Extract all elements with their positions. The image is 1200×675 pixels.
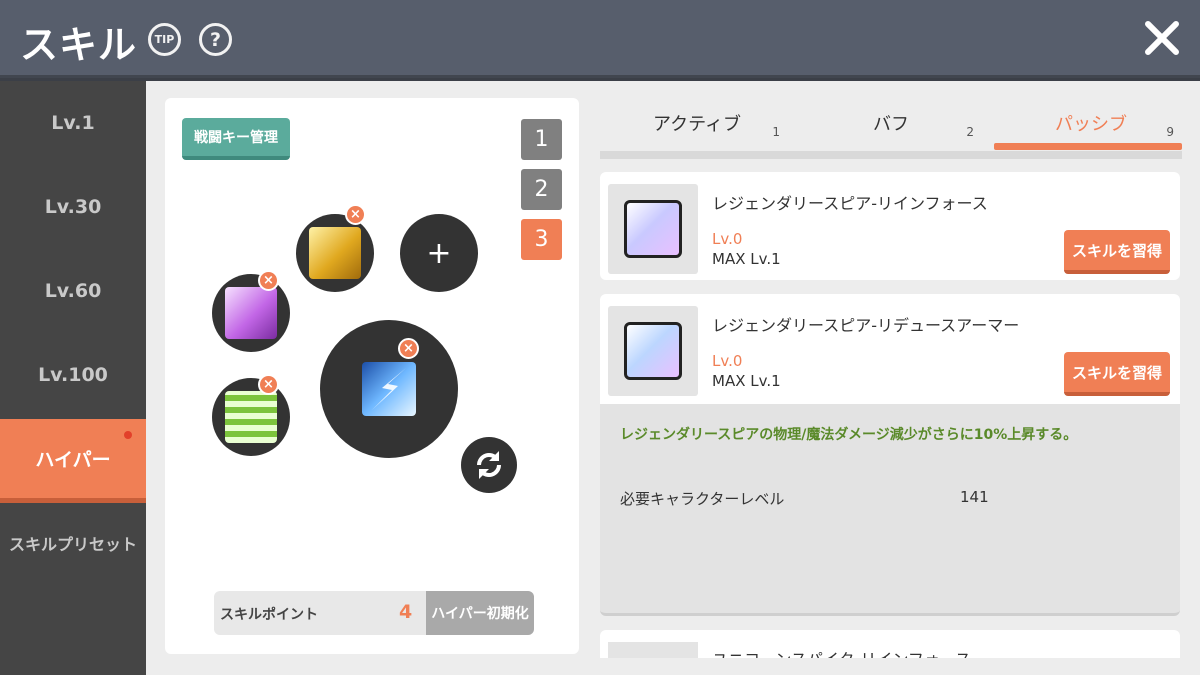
sidebar-item-lv1[interactable]: Lv.1 <box>0 81 146 165</box>
skill-slot-golden[interactable] <box>296 214 374 292</box>
help-button[interactable]: ? <box>199 23 232 56</box>
skill-slot-purple[interactable] <box>212 274 290 352</box>
lightning-icon <box>372 368 406 410</box>
skill-thumbnail <box>608 642 698 658</box>
sidebar-item-label: Lv.30 <box>44 196 102 218</box>
tab-passive[interactable]: パッシブ 9 <box>994 98 1188 152</box>
sidebar-item-skill-preset[interactable]: スキルプリセット <box>0 501 146 585</box>
sidebar-item-lv30[interactable]: Lv.30 <box>0 165 146 249</box>
remove-skill-button[interactable]: × <box>258 374 279 395</box>
remove-skill-button[interactable]: × <box>345 204 366 225</box>
tip-button[interactable]: TIP <box>148 23 181 56</box>
close-icon <box>1145 21 1179 55</box>
page-title: スキル <box>20 23 138 67</box>
tab-label: パッシブ <box>1055 114 1127 135</box>
sidebar-item-lv60[interactable]: Lv.60 <box>0 249 146 333</box>
tab-count: 1 <box>772 125 780 139</box>
lightning-spear-skill-icon <box>362 362 416 416</box>
sidebar-item-label: Lv.100 <box>38 364 108 386</box>
skill-detail-panel: レジェンダリースピアの物理/魔法ダメージ減少がさらに10%上昇する。 必要キャラ… <box>600 404 1180 616</box>
sidebar-item-label: ハイパー <box>35 449 111 471</box>
tab-label: バフ <box>873 114 909 135</box>
rotate-icon <box>477 451 501 479</box>
rotate-button[interactable] <box>461 437 517 493</box>
sidebar: Lv.1 Lv.30 Lv.60 Lv.100 ハイパー スキルプリセット <box>0 81 146 675</box>
sidebar-item-lv100[interactable]: Lv.100 <box>0 333 146 417</box>
required-level-value: 141 <box>960 488 989 506</box>
skill-description: レジェンダリースピアの物理/魔法ダメージ減少がさらに10%上昇する。 <box>620 427 1078 443</box>
learn-skill-button[interactable]: スキルを習得 <box>1064 230 1170 274</box>
skill-max-level: MAX Lv.1 <box>712 250 781 268</box>
close-button[interactable] <box>1140 16 1184 60</box>
spear-reduce-armor-skill-icon <box>624 322 682 380</box>
skill-card[interactable]: レジェンダリースピア-リデュースアーマー Lv.0 MAX Lv.1 スキルを習… <box>600 294 1180 404</box>
tab-buff[interactable]: バフ 2 <box>794 98 988 152</box>
skill-point-value: 4 <box>399 601 413 623</box>
purple-slash-skill-icon <box>225 287 277 339</box>
sidebar-item-hyper[interactable]: ハイパー <box>0 419 146 503</box>
hyper-reset-button[interactable]: ハイパー初期化 <box>426 591 534 635</box>
skill-type-tabs: アクティブ 1 バフ 2 パッシブ 9 <box>600 98 1182 152</box>
skill-name: レジェンダリースピア-リデュースアーマー <box>712 316 1020 335</box>
tab-count: 2 <box>966 125 974 139</box>
skill-name: レジェンダリースピア-リインフォース <box>712 194 988 213</box>
skill-level: Lv.0 <box>712 230 743 248</box>
required-level-label: 必要キャラクターレベル <box>620 490 785 508</box>
sidebar-item-label: スキルプリセット <box>8 535 137 554</box>
preset-1-button[interactable]: 1 <box>521 119 562 160</box>
remove-skill-button[interactable]: × <box>258 270 279 291</box>
sidebar-item-label: Lv.60 <box>44 280 102 302</box>
tab-count: 9 <box>1166 125 1174 139</box>
tab-active[interactable]: アクティブ 1 <box>600 98 794 152</box>
add-skill-slot-button[interactable]: + <box>400 214 478 292</box>
skill-level: Lv.0 <box>712 352 743 370</box>
preset-2-button[interactable]: 2 <box>521 169 562 210</box>
list-bottom-edge <box>600 658 1200 675</box>
skill-point-label: スキルポイント <box>220 607 318 623</box>
preset-3-button[interactable]: 3 <box>521 219 562 260</box>
golden-warrior-skill-icon <box>309 227 361 279</box>
green-bars-skill-icon <box>225 391 277 443</box>
skill-thumbnail <box>608 306 698 396</box>
skill-card[interactable]: レジェンダリースピア-リインフォース Lv.0 MAX Lv.1 スキルを習得 <box>600 172 1180 280</box>
skill-max-level: MAX Lv.1 <box>712 372 781 390</box>
spear-reinforce-skill-icon <box>624 200 682 258</box>
skill-thumbnail <box>608 184 698 274</box>
tab-label: アクティブ <box>652 114 742 135</box>
learn-skill-button[interactable]: スキルを習得 <box>1064 352 1170 396</box>
skill-slot-green[interactable] <box>212 378 290 456</box>
notification-dot <box>124 431 132 439</box>
tab-divider <box>600 151 1182 159</box>
skill-name: ユニコーンスパイク-リインフォース <box>712 646 971 658</box>
remove-skill-button[interactable]: × <box>398 338 419 359</box>
sidebar-item-label: Lv.1 <box>51 112 95 134</box>
battle-key-manage-button[interactable]: 戦闘キー管理 <box>182 118 290 160</box>
header-bar: スキル TIP ? <box>0 0 1200 78</box>
skill-slot-main[interactable] <box>320 320 458 458</box>
skill-card[interactable]: ユニコーンスパイク-リインフォース <box>600 630 1180 658</box>
